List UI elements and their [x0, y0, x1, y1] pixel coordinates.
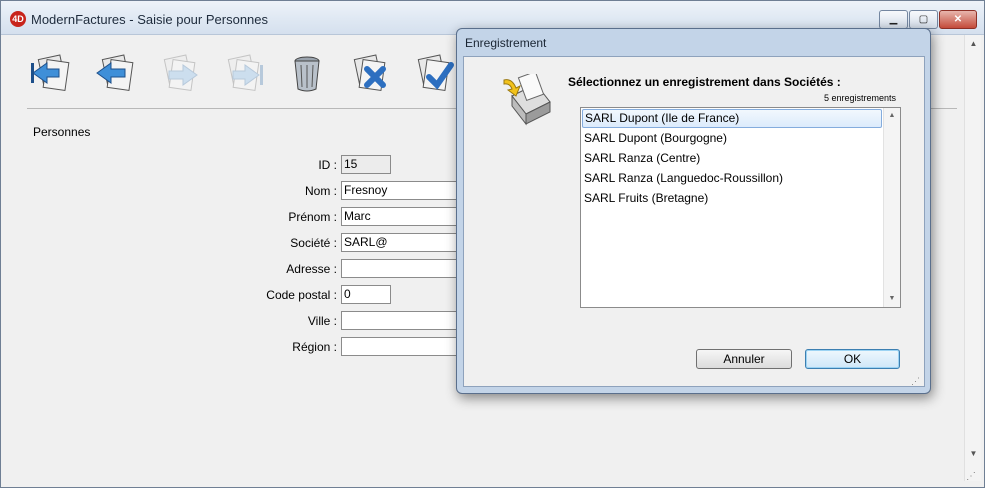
list-item[interactable]: SARL Ranza (Languedoc-Roussillon) — [582, 169, 882, 188]
code-postal-field[interactable]: 0 — [341, 285, 391, 304]
scroll-down-arrow-icon[interactable]: ▼ — [965, 445, 982, 462]
main-vertical-scrollbar[interactable]: ▲ ▼ — [964, 35, 981, 481]
adresse-field[interactable] — [341, 259, 471, 278]
list-item[interactable]: SARL Fruits (Bretagne) — [582, 189, 882, 208]
list-item[interactable]: SARL Ranza (Centre) — [582, 149, 882, 168]
next-record-icon[interactable] — [157, 51, 201, 95]
list-scroll-up-arrow-icon[interactable]: ▲ — [884, 108, 900, 124]
record-selection-dialog: Enregistrement Sélectionnez un enregistr… — [456, 28, 931, 394]
previous-record-icon[interactable] — [93, 51, 137, 95]
last-record-icon[interactable] — [221, 51, 265, 95]
nom-label: Nom : — [304, 184, 337, 198]
id-field[interactable]: 15 — [341, 155, 391, 174]
4d-app-icon: 4D — [10, 11, 26, 27]
close-button[interactable]: ✕ — [939, 10, 977, 29]
id-label: ID : — [318, 158, 337, 172]
cancel-icon[interactable] — [349, 51, 393, 95]
region-label: Région : — [292, 340, 337, 354]
code-postal-label: Code postal : — [266, 288, 337, 302]
adresse-label: Adresse : — [286, 262, 337, 276]
dialog-title: Enregistrement — [465, 36, 547, 50]
prenom-label: Prénom : — [288, 210, 337, 224]
first-record-icon[interactable] — [29, 51, 73, 95]
ok-button[interactable]: OK — [805, 349, 900, 369]
societe-field[interactable]: SARL@ — [341, 233, 471, 252]
list-item[interactable]: SARL Dupont (Bourgogne) — [582, 129, 882, 148]
record-count: 5 enregistrements — [823, 93, 896, 103]
list-vertical-scrollbar[interactable]: ▲ ▼ — [883, 108, 900, 307]
minimize-button[interactable]: ▁ — [879, 10, 908, 29]
nom-field[interactable]: Fresnoy — [341, 181, 471, 200]
list-scroll-down-arrow-icon[interactable]: ▼ — [884, 291, 900, 307]
maximize-button[interactable]: ▢ — [909, 10, 938, 29]
list-item[interactable]: SARL Dupont (Ile de France) — [582, 109, 882, 128]
accept-icon[interactable] — [413, 51, 457, 95]
dialog-body: Sélectionnez un enregistrement dans Soci… — [463, 56, 925, 387]
record-picker-icon — [498, 71, 558, 134]
window-title: ModernFactures - Saisie pour Personnes — [31, 12, 269, 27]
record-list[interactable]: SARL Dupont (Ile de France) SARL Dupont … — [580, 107, 901, 308]
scroll-up-arrow-icon[interactable]: ▲ — [965, 35, 982, 52]
cancel-button[interactable]: Annuler — [696, 349, 792, 369]
trash-icon[interactable] — [285, 51, 329, 95]
region-field[interactable] — [341, 337, 471, 356]
section-title: Personnes — [33, 125, 91, 139]
dialog-resize-grip-icon[interactable]: ⋰ — [911, 376, 920, 387]
ville-label: Ville : — [307, 314, 337, 328]
prenom-field[interactable]: Marc — [341, 207, 471, 226]
dialog-prompt: Sélectionnez un enregistrement dans Soci… — [568, 75, 841, 89]
resize-grip-icon[interactable]: ⋰ — [966, 471, 980, 485]
societe-label: Société : — [290, 236, 337, 250]
ville-field[interactable] — [341, 311, 471, 330]
